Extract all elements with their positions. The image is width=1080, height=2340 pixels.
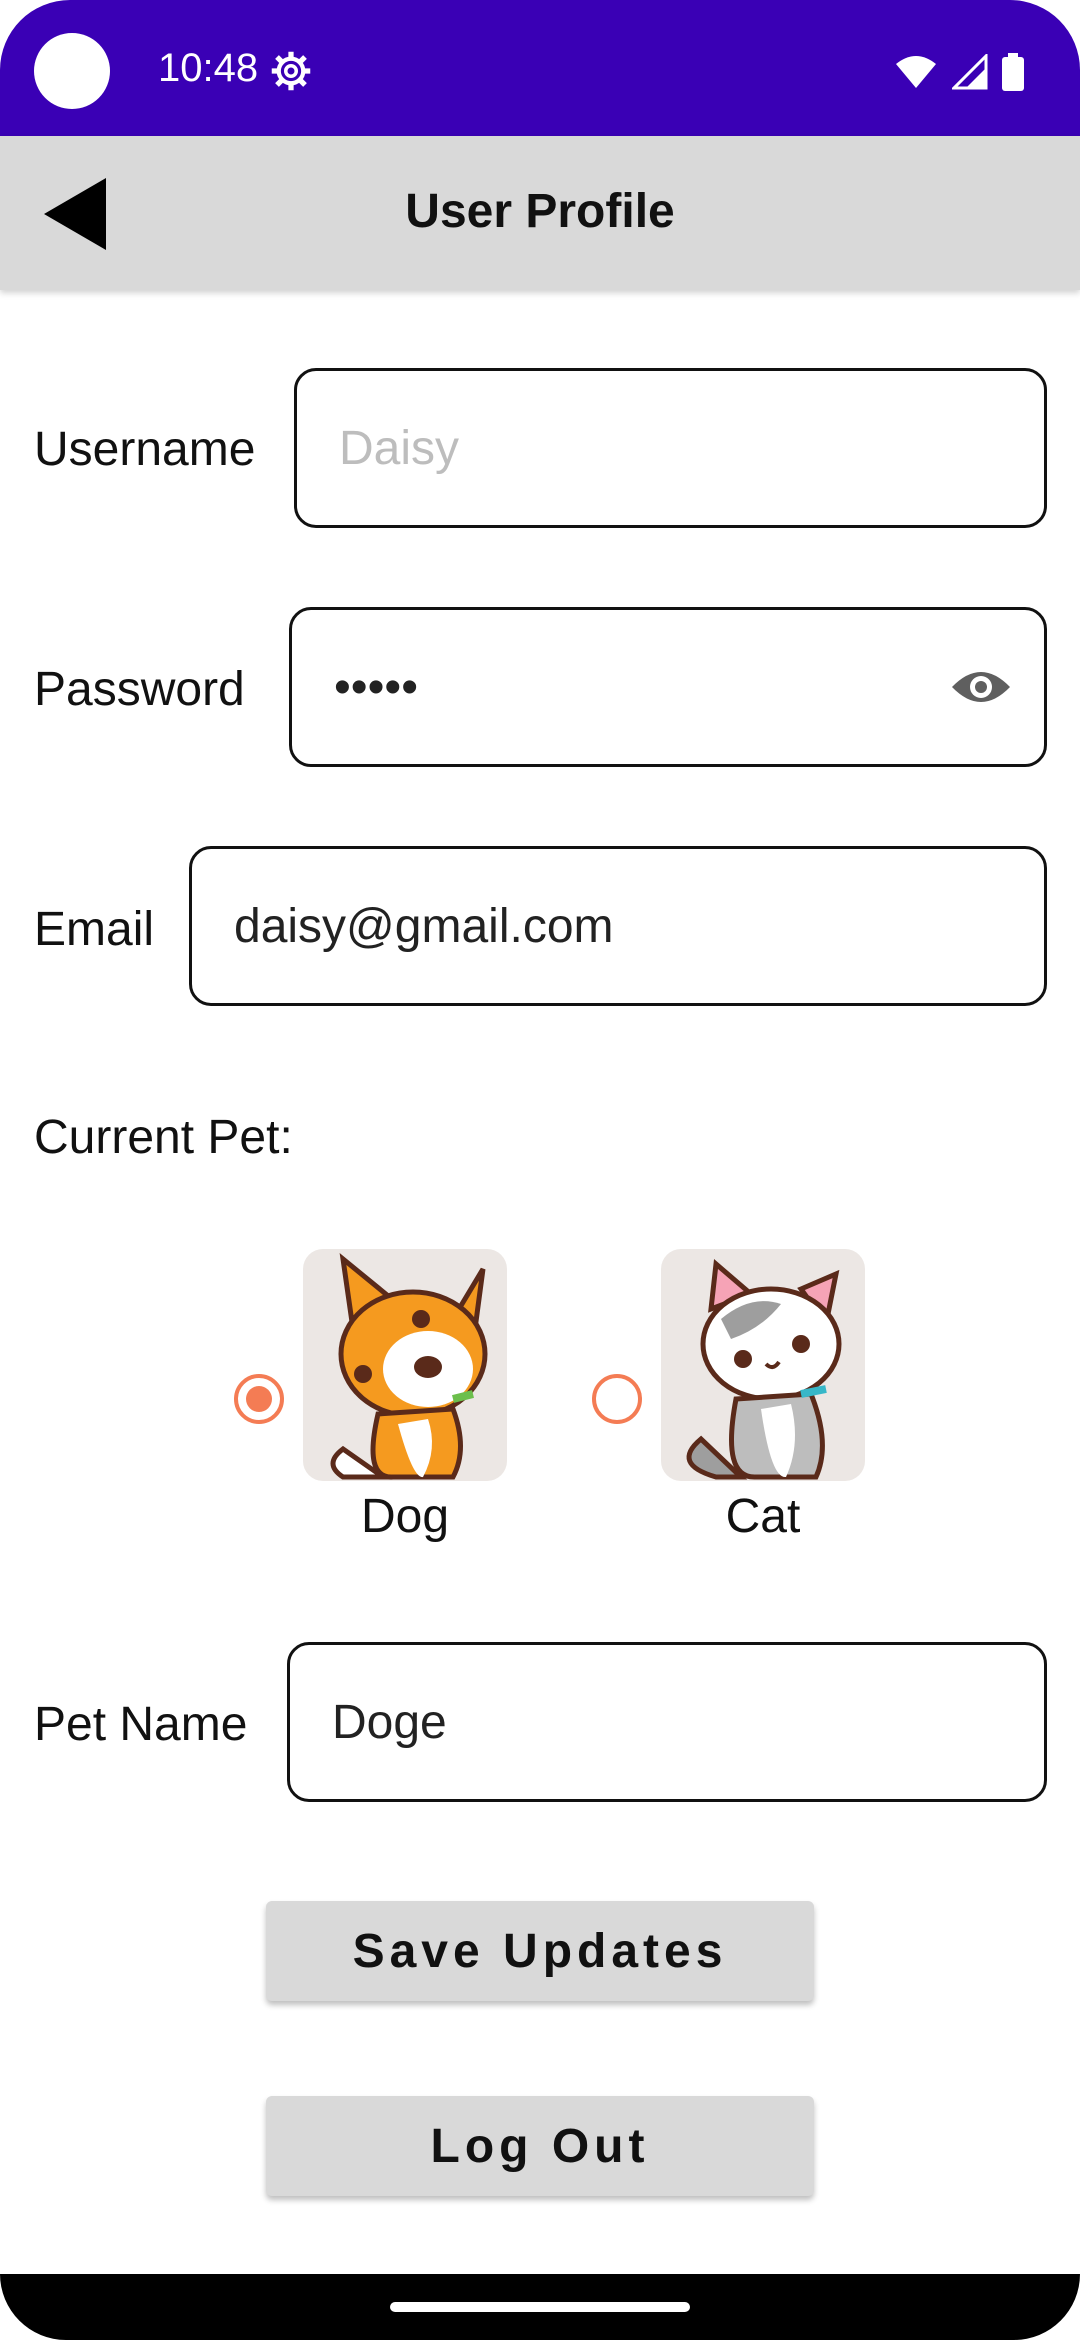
cat-illustration xyxy=(686,1259,842,1480)
settings-gear-icon xyxy=(271,51,311,91)
camera-cutout xyxy=(34,33,110,109)
eye-visibility-icon[interactable] xyxy=(950,665,1012,709)
home-indicator[interactable] xyxy=(390,2302,690,2312)
pet-name-value: Doge xyxy=(332,1695,447,1749)
battery-icon xyxy=(1002,53,1024,91)
wifi-icon xyxy=(896,56,936,88)
password-field[interactable]: ••••• xyxy=(289,607,1047,767)
username-label: Username xyxy=(34,423,256,476)
save-updates-button[interactable]: Save Updates xyxy=(266,1901,814,2001)
status-bar: 10:48 xyxy=(0,0,1080,136)
email-field[interactable]: daisy@gmail.com xyxy=(189,846,1047,1006)
current-pet-label: Current Pet: xyxy=(34,1111,293,1164)
cat-label: Cat xyxy=(725,1490,801,1543)
dog-radio[interactable] xyxy=(234,1374,284,1424)
pet-name-field[interactable]: Doge xyxy=(287,1642,1047,1802)
navigation-bar xyxy=(0,2274,1080,2340)
app-bar: User Profile xyxy=(0,136,1080,290)
username-placeholder: Daisy xyxy=(339,421,460,475)
pet-name-label: Pet Name xyxy=(34,1698,248,1751)
dog-illustration xyxy=(330,1253,488,1480)
status-time: 10:48 xyxy=(158,46,259,90)
cat-radio[interactable] xyxy=(592,1374,642,1424)
email-value: daisy@gmail.com xyxy=(234,899,614,953)
dog-image xyxy=(303,1249,507,1481)
page-title: User Profile xyxy=(405,185,675,238)
dog-label: Dog xyxy=(360,1490,450,1543)
status-icons xyxy=(894,52,1024,92)
username-field[interactable]: Daisy xyxy=(294,368,1047,528)
cat-image xyxy=(661,1249,865,1481)
password-value: ••••• xyxy=(334,660,419,714)
signal-icon xyxy=(952,54,988,90)
email-label: Email xyxy=(34,903,155,956)
password-label: Password xyxy=(34,663,245,716)
log-out-button[interactable]: Log Out xyxy=(266,2096,814,2196)
